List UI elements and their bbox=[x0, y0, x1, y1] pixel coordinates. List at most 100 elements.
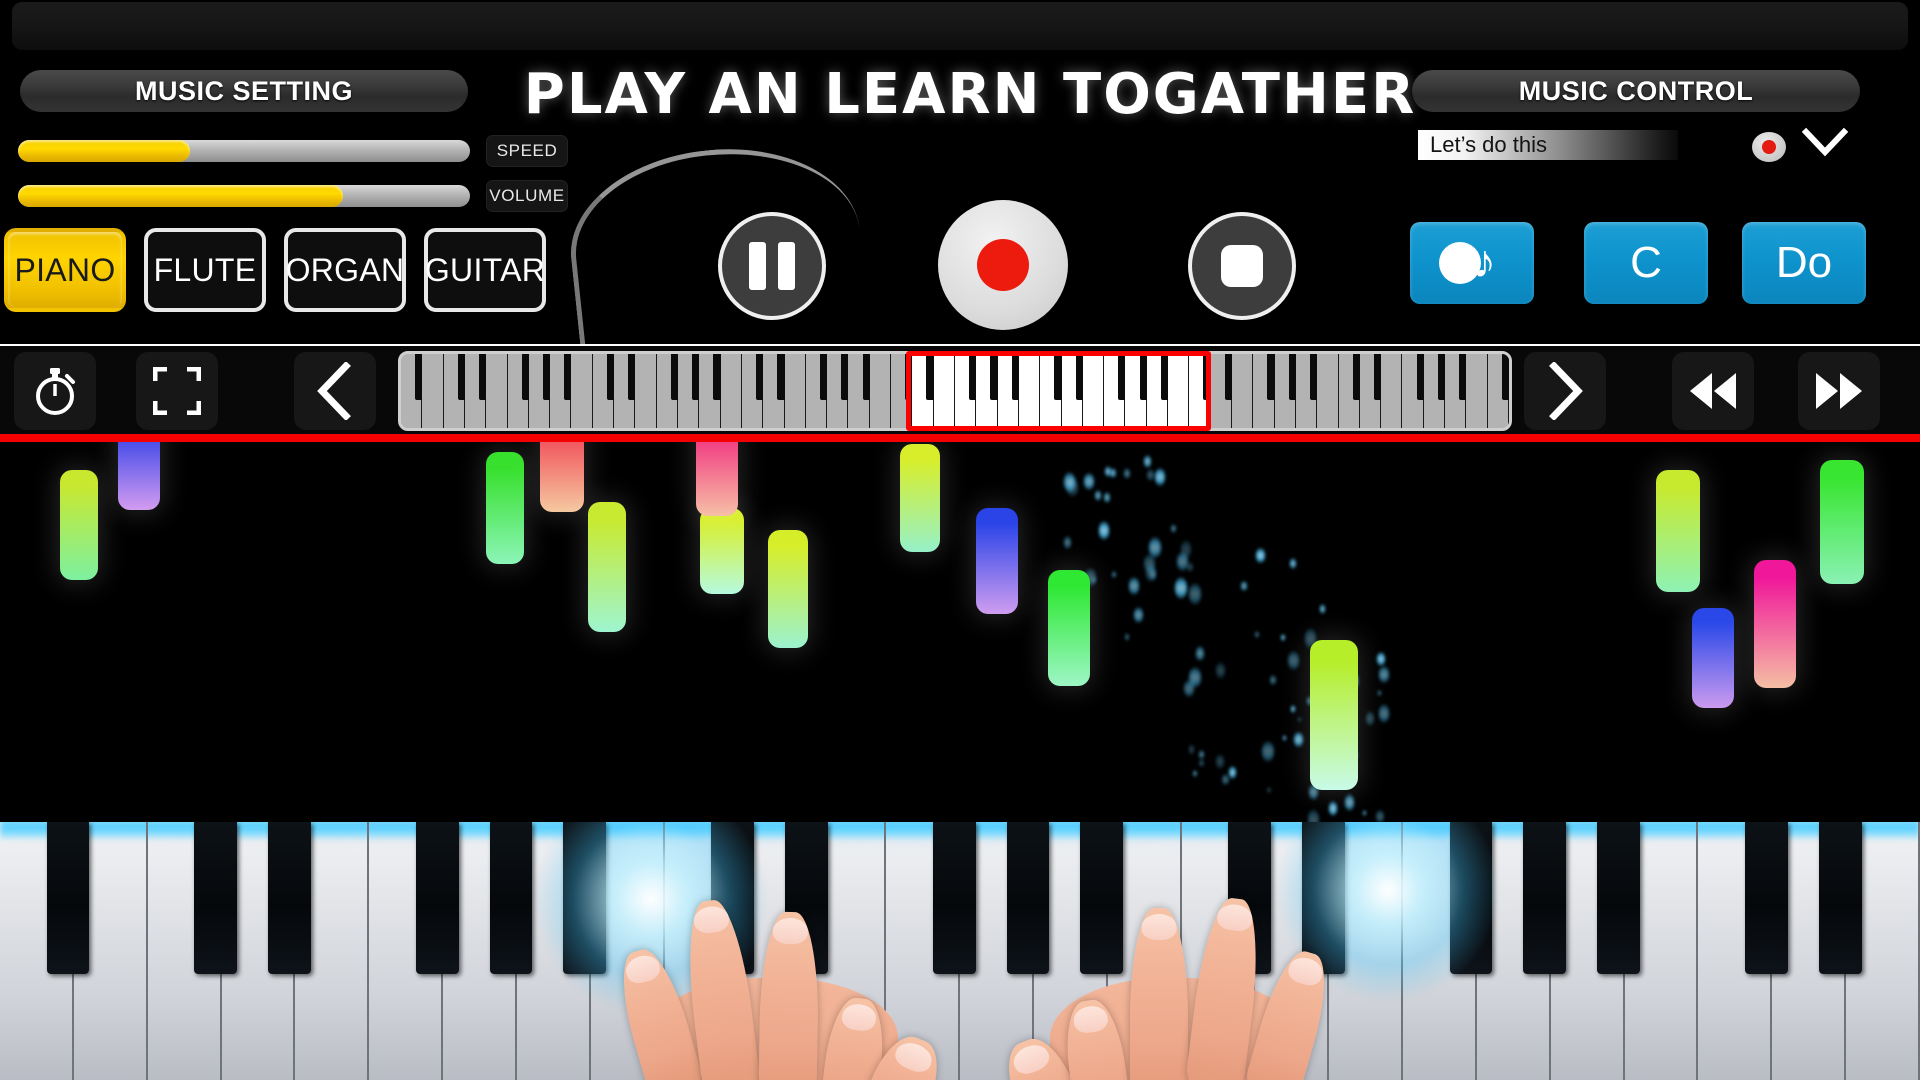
volume-slider-fill bbox=[18, 185, 343, 207]
spark-particle bbox=[1155, 468, 1165, 486]
falling-note bbox=[1754, 560, 1796, 688]
falling-note bbox=[1310, 640, 1358, 790]
record-dot-icon bbox=[1762, 140, 1776, 154]
mini-keyboard-selection[interactable] bbox=[906, 351, 1210, 431]
spark-particle bbox=[1144, 455, 1151, 468]
falling-note bbox=[976, 508, 1018, 614]
record-status-indicator[interactable] bbox=[1752, 132, 1786, 162]
spark-particle bbox=[1216, 662, 1226, 679]
spark-particle bbox=[1283, 735, 1286, 741]
spark-particle bbox=[1329, 801, 1338, 817]
left-hand bbox=[620, 860, 950, 1080]
spark-particle bbox=[1262, 741, 1274, 762]
rewind-icon bbox=[1686, 371, 1740, 411]
falling-note bbox=[768, 530, 808, 648]
falling-note bbox=[1656, 470, 1700, 592]
spark-particle bbox=[1092, 577, 1095, 583]
falling-note bbox=[118, 442, 160, 510]
instrument-button-flute[interactable]: FLUTE bbox=[144, 228, 266, 312]
spark-particle bbox=[1379, 704, 1390, 723]
spark-particle bbox=[1216, 754, 1225, 769]
pause-icon bbox=[749, 242, 795, 290]
spark-particle bbox=[1125, 633, 1129, 641]
music-setting-header: MUSIC SETTING bbox=[20, 70, 468, 112]
spark-particle bbox=[1294, 732, 1302, 747]
falling-note bbox=[1820, 460, 1864, 584]
spark-particle bbox=[1084, 473, 1093, 490]
decorative-arc bbox=[561, 135, 868, 344]
music-note-icon: ♪ bbox=[1439, 236, 1505, 290]
right-hand bbox=[990, 860, 1330, 1080]
metronome-button[interactable] bbox=[14, 352, 96, 430]
spark-particle bbox=[1104, 492, 1110, 503]
spark-particle bbox=[1345, 794, 1355, 811]
fast-forward-button[interactable] bbox=[1798, 352, 1880, 430]
spark-particle bbox=[1270, 675, 1276, 685]
spark-particle bbox=[1378, 690, 1381, 696]
music-notes-button[interactable]: ♪ bbox=[1410, 222, 1534, 304]
spark-particle bbox=[1288, 651, 1299, 671]
falling-note bbox=[588, 502, 626, 632]
spark-particle bbox=[1181, 540, 1191, 558]
falling-note bbox=[900, 444, 940, 552]
note-naming-letter-button[interactable]: C bbox=[1584, 222, 1708, 304]
spark-particle bbox=[1175, 577, 1187, 598]
volume-label: VOLUME bbox=[486, 180, 568, 212]
spark-particle bbox=[1241, 581, 1246, 590]
volume-slider[interactable] bbox=[18, 185, 470, 207]
chevron-right-icon bbox=[1543, 362, 1587, 420]
spark-particle bbox=[1255, 631, 1259, 638]
note-naming-solfege-button[interactable]: Do bbox=[1742, 222, 1866, 304]
song-name-field[interactable]: Let’s do this bbox=[1418, 130, 1678, 160]
spark-particle bbox=[1199, 759, 1203, 766]
instrument-button-row: PIANO FLUTE ORGAN GUITAR bbox=[4, 228, 546, 312]
spark-particle bbox=[1064, 536, 1071, 549]
spark-particle bbox=[1064, 472, 1075, 492]
falling-note bbox=[696, 442, 738, 516]
spark-particle bbox=[1298, 717, 1301, 722]
page-title: PLAY AN LEARN TOGATHER bbox=[520, 62, 1420, 132]
spark-particle bbox=[1229, 766, 1236, 778]
spark-particle bbox=[1112, 571, 1116, 578]
play-line-divider bbox=[0, 434, 1920, 442]
piano-keyboard[interactable] bbox=[0, 822, 1920, 1080]
spark-particle bbox=[1193, 770, 1197, 777]
spark-particle bbox=[1149, 537, 1161, 558]
falling-note bbox=[60, 470, 98, 580]
speed-slider-fill bbox=[18, 140, 190, 162]
fullscreen-icon bbox=[153, 367, 201, 415]
spark-particle bbox=[1377, 652, 1385, 666]
record-button[interactable] bbox=[938, 200, 1068, 330]
instrument-button-organ[interactable]: ORGAN bbox=[284, 228, 406, 312]
falling-notes-area bbox=[0, 442, 1920, 1080]
falling-note bbox=[1048, 570, 1090, 686]
spark-particle bbox=[1281, 634, 1285, 641]
chevron-left-icon bbox=[313, 362, 357, 420]
spark-particle bbox=[1290, 558, 1296, 569]
status-bar bbox=[12, 2, 1908, 50]
previous-octave-button[interactable] bbox=[294, 352, 376, 430]
spark-particle bbox=[1124, 468, 1130, 479]
fast-forward-icon bbox=[1812, 371, 1866, 411]
spark-particle bbox=[1199, 750, 1204, 759]
chevron-down-icon[interactable] bbox=[1802, 126, 1848, 166]
stop-button[interactable] bbox=[1188, 212, 1296, 320]
navigation-bar bbox=[0, 344, 1920, 436]
instrument-button-guitar[interactable]: GUITAR bbox=[424, 228, 546, 312]
spark-particle bbox=[1171, 524, 1177, 534]
spark-particle bbox=[1189, 744, 1195, 754]
spark-particle bbox=[1379, 666, 1388, 683]
rewind-button[interactable] bbox=[1672, 352, 1754, 430]
pause-button[interactable] bbox=[718, 212, 826, 320]
spark-particle bbox=[1129, 577, 1139, 594]
falling-note bbox=[486, 452, 524, 564]
fullscreen-button[interactable] bbox=[136, 352, 218, 430]
falling-note bbox=[540, 442, 584, 512]
spark-particle bbox=[1267, 787, 1270, 793]
next-octave-button[interactable] bbox=[1524, 352, 1606, 430]
spark-particle bbox=[1196, 646, 1204, 661]
spark-particle bbox=[1363, 810, 1366, 816]
instrument-button-piano[interactable]: PIANO bbox=[4, 228, 126, 312]
spark-particle bbox=[1187, 562, 1192, 572]
speed-slider[interactable] bbox=[18, 140, 470, 162]
